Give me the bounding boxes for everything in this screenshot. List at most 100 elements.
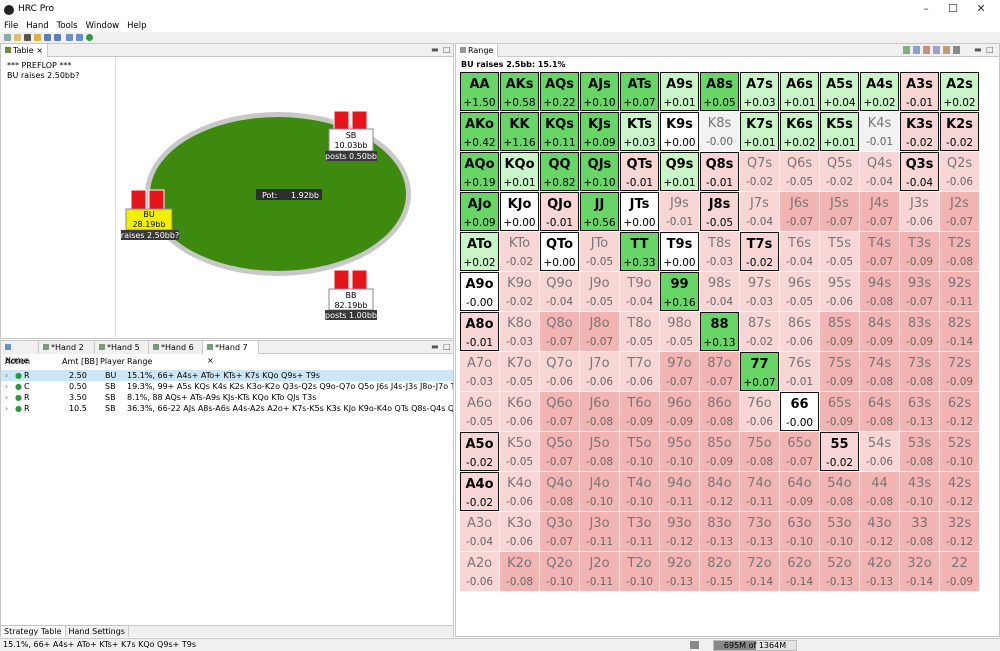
hand-cell[interactable]: 54o -0.08 xyxy=(820,472,859,511)
export-icon[interactable] xyxy=(66,34,73,41)
hand-cell[interactable]: J6o -0.08 xyxy=(580,392,619,431)
table-row[interactable]: › ● R 10.5 SB 36.3%, 66-22 AJs A8s-A6s A… xyxy=(1,403,453,414)
hand-cell[interactable]: 77 +0.07 xyxy=(740,352,779,391)
hand-cell[interactable]: K7s +0.01 xyxy=(740,112,779,151)
expand-icon[interactable]: › xyxy=(5,404,8,413)
column-range[interactable]: Range xyxy=(127,357,152,366)
hand-cell[interactable]: Q2o -0.10 xyxy=(540,552,579,591)
pane-minimize-icon[interactable]: ▬ xyxy=(974,45,982,54)
hand-cell[interactable]: A7o -0.03 xyxy=(460,352,499,391)
hand-cell[interactable]: T7o -0.06 xyxy=(620,352,659,391)
hand-cell[interactable]: 64s -0.08 xyxy=(860,392,899,431)
table-row[interactable]: › ● R 3.50 SB 8.1%, 88 AQs+ ATs-A9s KJs-… xyxy=(1,392,453,403)
pane-maximize-icon[interactable]: □ xyxy=(986,45,994,54)
hand-cell[interactable]: J7o -0.06 xyxy=(580,352,619,391)
hand-cell[interactable]: Q8s -0.01 xyxy=(700,152,739,191)
hand-cell[interactable]: J9s -0.01 xyxy=(660,192,699,231)
hand-cell[interactable]: 96o -0.09 xyxy=(660,392,699,431)
hand-cell[interactable]: K5s +0.01 xyxy=(820,112,859,151)
tab-table[interactable]: Table × xyxy=(1,44,48,57)
menu-window[interactable]: Window xyxy=(82,20,124,32)
hand-cell[interactable]: A3s -0.01 xyxy=(900,72,939,111)
hand-cell[interactable]: 43s -0.10 xyxy=(900,472,939,511)
menu-file[interactable]: File xyxy=(0,20,22,32)
hand-cell[interactable]: QTo +0.00 xyxy=(540,232,579,271)
hand-cell[interactable]: 44 -0.08 xyxy=(860,472,899,511)
hand-cell[interactable]: T7s -0.02 xyxy=(740,232,779,271)
hand-cell[interactable]: K8o -0.03 xyxy=(500,312,539,351)
save-icon[interactable] xyxy=(54,34,61,41)
hand-cell[interactable]: J3o -0.11 xyxy=(580,512,619,551)
hand-cell[interactable]: A9s +0.01 xyxy=(660,72,699,111)
hand-cell[interactable]: K3s -0.02 xyxy=(900,112,939,151)
hand-cell[interactable]: Q2s -0.06 xyxy=(940,152,979,191)
hand-cell[interactable]: K7o -0.05 xyxy=(500,352,539,391)
hand-cell[interactable]: JTo -0.05 xyxy=(580,232,619,271)
hand-cell[interactable]: T2s -0.08 xyxy=(940,232,979,271)
hand-cell[interactable]: A4o -0.02 xyxy=(460,472,499,511)
column-amount[interactable]: Amt [BB] xyxy=(62,357,98,366)
expand-icon[interactable]: › xyxy=(5,371,8,380)
hand-cell[interactable]: 33 -0.08 xyxy=(900,512,939,551)
hand-cell[interactable]: KQo +0.01 xyxy=(500,152,539,191)
hand-cell[interactable]: 85o -0.09 xyxy=(700,432,739,471)
hand-cell[interactable]: 65o -0.07 xyxy=(780,432,819,471)
hand-cell[interactable]: QQ +0.82 xyxy=(540,152,579,191)
view-bars-icon[interactable] xyxy=(943,46,950,54)
hand-cell[interactable]: A6s +0.01 xyxy=(780,72,819,111)
hand-cell[interactable]: J9o -0.05 xyxy=(580,272,619,311)
hand-cell[interactable]: 84s -0.09 xyxy=(860,312,899,351)
hand-cell[interactable]: QJs +0.10 xyxy=(580,152,619,191)
hand-cell[interactable]: Q4s -0.04 xyxy=(860,152,899,191)
column-player[interactable]: Player xyxy=(100,357,125,366)
hand-cell[interactable]: K4o -0.06 xyxy=(500,472,539,511)
hand-cell[interactable]: Q3o -0.07 xyxy=(540,512,579,551)
zoom-icon[interactable] xyxy=(76,34,83,41)
hand-cell[interactable]: KTs +0.03 xyxy=(620,112,659,151)
memory-bar[interactable]: 695M of 1364M xyxy=(713,640,797,651)
table-row[interactable]: › ● R 2.50 BU 15.1%, 66+ A4s+ ATo+ KTs+ … xyxy=(1,370,453,381)
hand-cell[interactable]: 66 -0.00 xyxy=(780,392,819,431)
hand-cell[interactable]: 22 -0.09 xyxy=(940,552,979,591)
pane-maximize-icon[interactable]: □ xyxy=(443,342,451,351)
pane-minimize-icon[interactable]: ▬ xyxy=(431,45,439,54)
hand-cell[interactable]: 73s -0.08 xyxy=(900,352,939,391)
hand-cell[interactable]: 95s -0.06 xyxy=(820,272,859,311)
hand-cell[interactable]: KTo -0.02 xyxy=(500,232,539,271)
tab-strategy-table[interactable]: Strategy Table xyxy=(1,626,66,637)
hand-cell[interactable]: J8o -0.07 xyxy=(580,312,619,351)
hand-cell[interactable]: A2o -0.06 xyxy=(460,552,499,591)
hand-cell[interactable]: T9s +0.00 xyxy=(660,232,699,271)
hand-cell[interactable]: K6o -0.06 xyxy=(500,392,539,431)
hand-cell[interactable]: Q7o -0.06 xyxy=(540,352,579,391)
hand-cell[interactable]: J6s -0.07 xyxy=(780,192,819,231)
hand-cell[interactable]: J2s -0.07 xyxy=(940,192,979,231)
hand-cell[interactable]: 94s -0.08 xyxy=(860,272,899,311)
hand-cell[interactable]: T8s -0.03 xyxy=(700,232,739,271)
menu-hand[interactable]: Hand xyxy=(22,20,52,32)
hand-cell[interactable]: T6s -0.04 xyxy=(780,232,819,271)
hand-cell[interactable]: T9o -0.04 xyxy=(620,272,659,311)
tab-hand-settings[interactable]: Hand Settings xyxy=(66,626,129,637)
hand-cell[interactable]: 73o -0.13 xyxy=(740,512,779,551)
tab-range[interactable]: Range xyxy=(456,44,499,57)
view-list-icon[interactable] xyxy=(953,46,960,54)
hand-cell[interactable]: A8o -0.01 xyxy=(460,312,499,351)
hand-cell[interactable]: J4s -0.07 xyxy=(860,192,899,231)
open-icon[interactable] xyxy=(14,34,21,41)
hand-cell[interactable]: 62s -0.12 xyxy=(940,392,979,431)
seat-bb[interactable]: BB 82.19bb posts 1.00bb xyxy=(325,269,377,320)
hand-cell[interactable]: AQo +0.19 xyxy=(460,152,499,191)
hand-cell[interactable]: AJo +0.09 xyxy=(460,192,499,231)
hand-cell[interactable]: Q6s -0.05 xyxy=(780,152,819,191)
hand-cell[interactable]: K9s +0.00 xyxy=(660,112,699,151)
hand-cell[interactable]: 93o -0.12 xyxy=(660,512,699,551)
hand-cell[interactable]: KJs +0.09 xyxy=(580,112,619,151)
hand-cell[interactable]: Q4o -0.08 xyxy=(540,472,579,511)
hand-cell[interactable]: J5o -0.08 xyxy=(580,432,619,471)
hand-cell[interactable]: AKs +0.58 xyxy=(500,72,539,111)
hand-cell[interactable]: Q7s -0.02 xyxy=(740,152,779,191)
seat-sb[interactable]: SB 10.03bb posts 0.50bb xyxy=(325,110,377,161)
view-chart-icon[interactable] xyxy=(913,46,920,54)
hand-cell[interactable]: 76s -0.01 xyxy=(780,352,819,391)
